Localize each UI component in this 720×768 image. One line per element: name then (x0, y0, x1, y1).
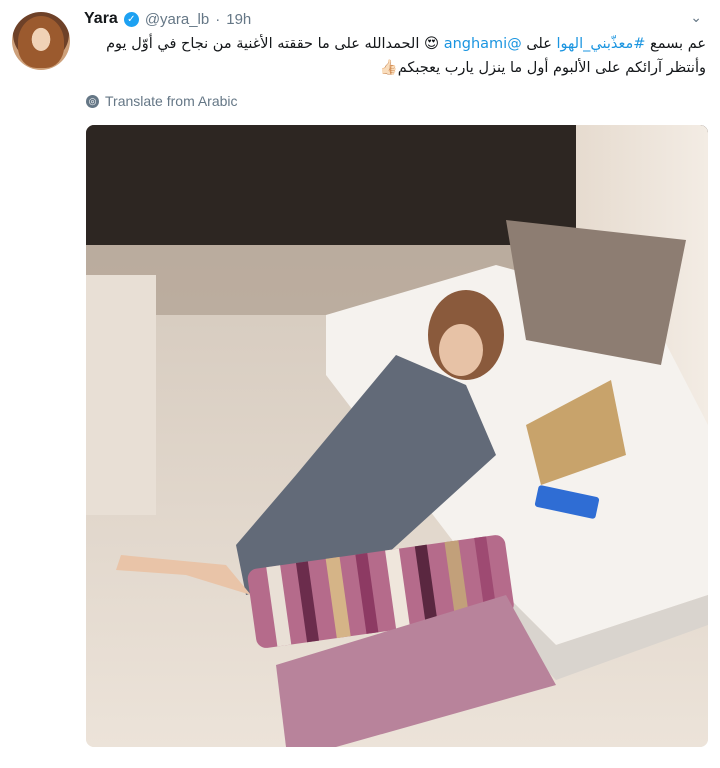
tweet-text-line-2: وأنتظر آرائكم على الألبوم أول ما ينزل يا… (84, 56, 706, 80)
separator-dot: · (215, 10, 221, 28)
author-avatar[interactable] (12, 12, 70, 70)
mention-link[interactable]: @anghami (444, 36, 522, 52)
translate-link[interactable]: ◎ Translate from Arabic (86, 93, 238, 109)
hashtag-link[interactable]: #معذّبني_الهوا (556, 36, 645, 52)
tweet-photo[interactable] (86, 125, 708, 747)
globe-icon: ◎ (86, 94, 99, 108)
heart-eyes-emoji: 😍 (423, 36, 440, 52)
photo-illustration (86, 125, 708, 747)
tweet-timestamp[interactable]: 19h (226, 11, 251, 28)
tweet-text: عم بسمع #معذّبني_الهوا على @anghami 😍 ال… (84, 32, 706, 80)
tweet-header: Yara ✓ @yara_lb · 19h (84, 10, 251, 28)
verified-badge-icon: ✓ (123, 11, 139, 27)
author-handle[interactable]: @yara_lb (145, 11, 209, 28)
author-name[interactable]: Yara (84, 10, 118, 28)
thumbs-up-emoji: 👍🏻 (379, 60, 398, 76)
tweet-text-line-1: عم بسمع #معذّبني_الهوا على @anghami 😍 ال… (84, 32, 706, 56)
avatar-image (18, 16, 64, 68)
tweet-menu-chevron-icon[interactable]: ⌄ (690, 10, 702, 26)
translate-label: Translate from Arabic (105, 93, 238, 109)
